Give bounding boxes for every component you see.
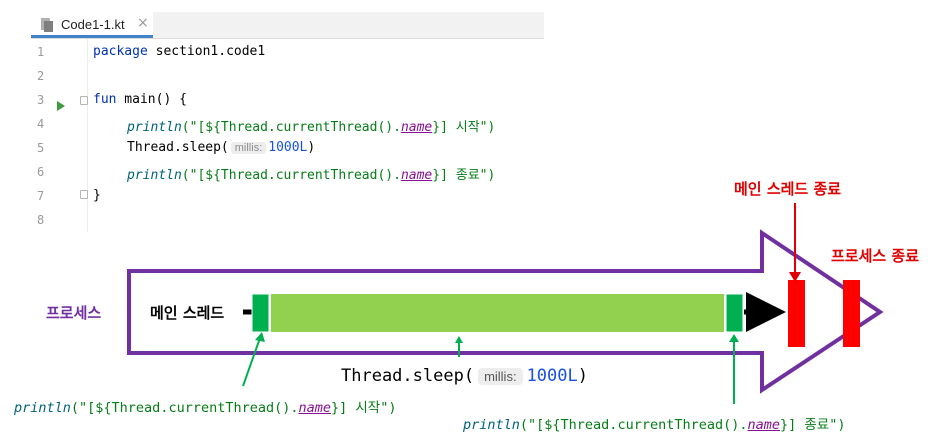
sleep-prefix: Thread.sleep( [341,366,475,386]
process-end-label: 프로세스 종료 [831,247,920,265]
sleep-suffix: ) [577,366,588,386]
print-end-block [725,293,744,333]
sleep-label: Thread.sleep(millis: 1000L) [341,366,588,386]
print-start-label: println("[${Thread.currentThread().name}… [14,396,396,416]
string-literal: }] 시작") [331,400,397,416]
function-name: println [14,400,71,416]
process-end-marker [843,280,860,347]
process-label: 프로세스 [46,304,102,322]
main-thread-end-marker [788,280,805,347]
function-name: println [463,417,520,433]
main-thread-label: 메인 스레드 [150,304,225,322]
property-name: name [747,417,780,433]
print-end-label: println("[${Thread.currentThread().name}… [463,413,845,433]
main-thread-end-label: 메인 스레드 종료 [734,180,842,198]
string-literal: }] 종료") [780,417,846,433]
sleep-value: 1000L [526,366,578,386]
parameter-hint: millis: [478,368,523,385]
string-literal: ("[${Thread.currentThread(). [519,417,748,433]
string-literal: ("[${Thread.currentThread(). [70,400,299,416]
property-name: name [298,400,331,416]
print-start-block [251,293,270,333]
sleep-bar [271,294,724,332]
